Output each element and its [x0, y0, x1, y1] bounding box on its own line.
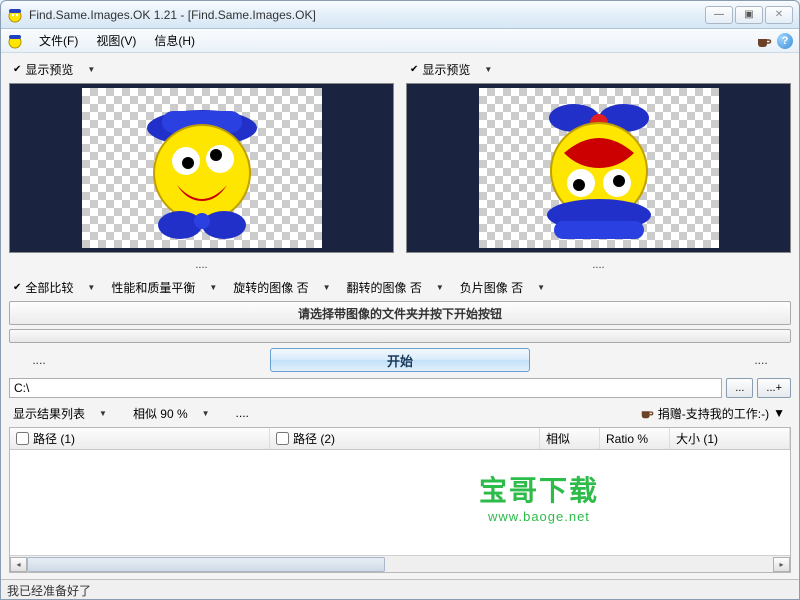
chevron-down-icon: ▼ [87, 65, 95, 74]
coffee-icon [640, 406, 654, 420]
chevron-down-icon: ▼ [99, 409, 107, 418]
instruction-text: 请选择带图像的文件夹并按下开始按钮 [298, 305, 502, 322]
chevron-down-icon: ▼ [537, 283, 545, 292]
start-dots-left: .... [9, 353, 69, 367]
dropdown-label: 翻转的图像 否 [347, 279, 422, 296]
window-controls: — ▣ ✕ [705, 6, 793, 24]
results-dd-row: 显示结果列表 ▼ 相似 90 % ▼ .... 捐赠-支持我的工作:-) ▼ [9, 403, 791, 423]
dropdown-label: 性能和质量平衡 [111, 279, 195, 296]
results-table: 路径 (1) 路径 (2) 相似 Ratio % 大小 (1) ◂ [9, 427, 791, 573]
donate-link[interactable]: 捐赠-支持我的工作:-) ▼ [640, 405, 791, 422]
table-body [10, 450, 790, 555]
chevron-down-icon: ▼ [484, 65, 492, 74]
col-ratio[interactable]: Ratio % [600, 428, 670, 449]
preview-labels-row: ✔ 显示预览 ▼ ✔ 显示预览 ▼ [9, 59, 791, 79]
flipped-dropdown[interactable]: 翻转的图像 否 ▼ [343, 278, 448, 297]
scroll-thumb[interactable] [27, 557, 385, 572]
chevron-down-icon: ▼ [323, 283, 331, 292]
dropdown-label: 负片图像 否 [460, 279, 523, 296]
col-size1[interactable]: 大小 (1) [670, 428, 790, 449]
progress-bar [9, 329, 791, 343]
path-input[interactable] [9, 378, 722, 398]
window-title: Find.Same.Images.OK 1.21 - [Find.Same.Im… [29, 8, 705, 22]
preview-left-image [82, 88, 322, 248]
scroll-left-arrow[interactable]: ◂ [10, 557, 27, 572]
negative-dropdown[interactable]: 负片图像 否 ▼ [456, 278, 549, 297]
chevron-down-icon: ▼ [202, 409, 210, 418]
show-preview-left-dropdown[interactable]: ✔ 显示预览 ▼ [9, 60, 99, 79]
menu-info[interactable]: 信息(H) [146, 30, 203, 51]
scroll-right-arrow[interactable]: ▸ [773, 557, 790, 572]
chevron-down-icon: ▼ [773, 406, 785, 420]
results-list-dropdown[interactable]: 显示结果列表 ▼ [9, 404, 111, 423]
col-path1[interactable]: 路径 (1) [10, 428, 270, 449]
results-dots: .... [232, 405, 253, 421]
menu-view[interactable]: 视图(V) [88, 30, 144, 51]
dropdown-label: 相似 90 % [133, 405, 188, 422]
chevron-down-icon: ▼ [87, 283, 95, 292]
preview-right [406, 83, 791, 253]
dropdown-label: 显示预览 [422, 61, 470, 78]
dropdown-label: 显示预览 [25, 61, 73, 78]
start-dots-right: .... [731, 353, 791, 367]
coffee-icon[interactable] [756, 33, 772, 49]
similarity-dropdown[interactable]: 相似 90 % ▼ [129, 404, 214, 423]
col-path2[interactable]: 路径 (2) [270, 428, 540, 449]
col-path2-checkbox[interactable] [276, 432, 289, 445]
menubar: 文件(F) 视图(V) 信息(H) ? [1, 29, 799, 53]
dropdown-label: 旋转的图像 否 [233, 279, 308, 296]
options-row: ✔ 全部比较 ▼ 性能和质量平衡 ▼ 旋转的图像 否 ▼ 翻转的图像 否 ▼ 负… [9, 277, 791, 297]
preview-images-row [9, 83, 791, 253]
minimize-button[interactable]: — [705, 6, 733, 24]
rotated-dropdown[interactable]: 旋转的图像 否 ▼ [229, 278, 334, 297]
filename-left: .... [9, 257, 394, 273]
preview-left [9, 83, 394, 253]
dropdown-label: 显示结果列表 [13, 405, 85, 422]
col-label: 路径 (2) [293, 430, 335, 447]
check-icon: ✔ [13, 282, 21, 293]
help-icon[interactable]: ? [777, 33, 793, 49]
scroll-track[interactable] [27, 557, 773, 572]
dots-label: .... [236, 406, 249, 420]
col-label: 路径 (1) [33, 430, 75, 447]
start-row: .... 开始 .... [9, 347, 791, 373]
compare-all-dropdown[interactable]: ✔ 全部比较 ▼ [9, 278, 99, 297]
chevron-down-icon: ▼ [209, 283, 217, 292]
close-button[interactable]: ✕ [765, 6, 793, 24]
app-icon-small [7, 33, 23, 49]
dropdown-label: 全部比较 [25, 279, 73, 296]
browse-add-button[interactable]: ...+ [757, 378, 791, 398]
col-label: 大小 (1) [676, 430, 718, 447]
perf-quality-dropdown[interactable]: 性能和质量平衡 ▼ [107, 278, 221, 297]
donate-label: 捐赠-支持我的工作:-) [658, 405, 769, 422]
col-similar[interactable]: 相似 [540, 428, 600, 449]
browse-button[interactable]: ... [726, 378, 753, 398]
app-window: Find.Same.Images.OK 1.21 - [Find.Same.Im… [0, 0, 800, 600]
preview-right-image [479, 88, 719, 248]
col-label: 相似 [546, 430, 570, 447]
app-icon [7, 7, 23, 23]
statusbar: 我已经准备好了 [1, 579, 799, 599]
status-text: 我已经准备好了 [7, 584, 91, 598]
menu-file[interactable]: 文件(F) [31, 30, 86, 51]
filename-right: .... [406, 257, 791, 273]
chevron-down-icon: ▼ [436, 283, 444, 292]
start-button[interactable]: 开始 [270, 348, 530, 372]
check-icon: ✔ [13, 64, 21, 75]
content-area: ✔ 显示预览 ▼ ✔ 显示预览 ▼ [1, 53, 799, 579]
instruction-bar: 请选择带图像的文件夹并按下开始按钮 [9, 301, 791, 325]
horizontal-scrollbar[interactable]: ◂ ▸ [10, 555, 790, 572]
show-preview-right-dropdown[interactable]: ✔ 显示预览 ▼ [406, 60, 496, 79]
table-header: 路径 (1) 路径 (2) 相似 Ratio % 大小 (1) [10, 428, 790, 450]
check-icon: ✔ [410, 64, 418, 75]
col-path1-checkbox[interactable] [16, 432, 29, 445]
maximize-button[interactable]: ▣ [735, 6, 763, 24]
col-label: Ratio % [606, 432, 648, 446]
path-row: ... ...+ [9, 377, 791, 399]
filename-row: .... .... [9, 257, 791, 273]
titlebar: Find.Same.Images.OK 1.21 - [Find.Same.Im… [1, 1, 799, 29]
